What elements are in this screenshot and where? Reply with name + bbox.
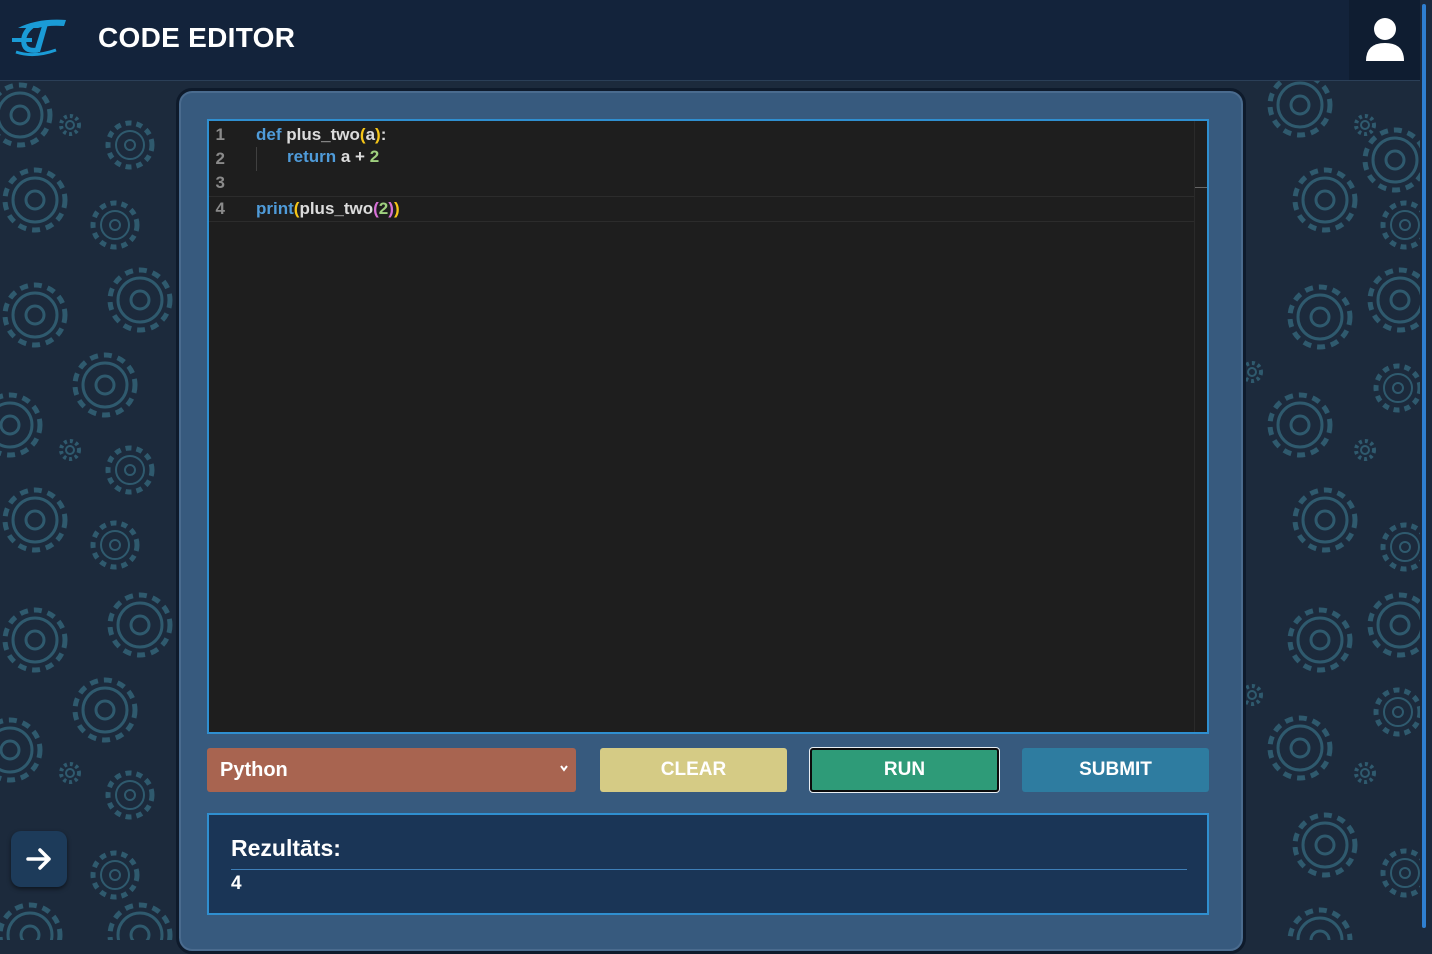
code-token: plus_two [299, 199, 374, 218]
language-select[interactable]: Python [207, 748, 576, 792]
user-profile-button[interactable] [1349, 0, 1420, 80]
code-editor[interactable]: 1 def plus_two(a):2 return a + 2 3 4 print(pl… [207, 119, 1209, 734]
submit-button[interactable]: SUBMIT [1022, 748, 1209, 792]
logo-icon[interactable] [8, 12, 72, 60]
code-token: 2 [378, 199, 389, 218]
code-text: def plus_two(a): [241, 125, 386, 145]
next-button[interactable] [11, 831, 67, 887]
code-token: print [256, 199, 294, 218]
code-token: a [365, 125, 376, 144]
code-token: plus_two [281, 125, 360, 144]
result-divider [231, 869, 1187, 870]
run-button[interactable]: RUN [810, 748, 999, 792]
code-text: return a + 2 [241, 147, 379, 171]
line-number: 4 [215, 199, 225, 218]
code-line[interactable]: 2 return a + 2 [209, 147, 1194, 171]
clear-button[interactable]: CLEAR [600, 748, 787, 792]
result-panel: Rezultāts: 4 [207, 813, 1209, 915]
editor-scrollbar[interactable] [1194, 121, 1207, 732]
code-token: 2 [364, 147, 380, 166]
code-token: ) [393, 199, 400, 218]
arrow-right-icon [26, 848, 51, 870]
page-title: CODE EDITOR [98, 22, 296, 53]
editor-scroll-marker [1195, 187, 1207, 188]
chevron-down-icon [560, 765, 568, 772]
code-token: a [336, 147, 356, 166]
page-scrollbar-thumb[interactable] [1422, 4, 1426, 928]
code-line[interactable]: 4 print(plus_two(2)) [209, 196, 1194, 222]
result-label: Rezultāts: [231, 835, 341, 861]
language-select-value: Python [220, 758, 288, 781]
line-number: 1 [215, 125, 225, 144]
code-token: def [256, 125, 282, 144]
code-line[interactable]: 1 def plus_two(a): [209, 123, 1194, 147]
line-number: 3 [215, 173, 225, 192]
result-value: 4 [231, 873, 242, 894]
user-icon [1365, 18, 1404, 61]
indent-guide [256, 147, 257, 171]
code-text: print(plus_two(2)) [241, 199, 400, 219]
code-token: return [287, 147, 337, 166]
line-number: 2 [215, 149, 225, 168]
top-navigation-bar: CODE EDITOR [0, 0, 1420, 81]
code-token: : [380, 125, 387, 144]
code-line[interactable]: 3 [209, 171, 1194, 195]
code-token: + [355, 147, 365, 166]
